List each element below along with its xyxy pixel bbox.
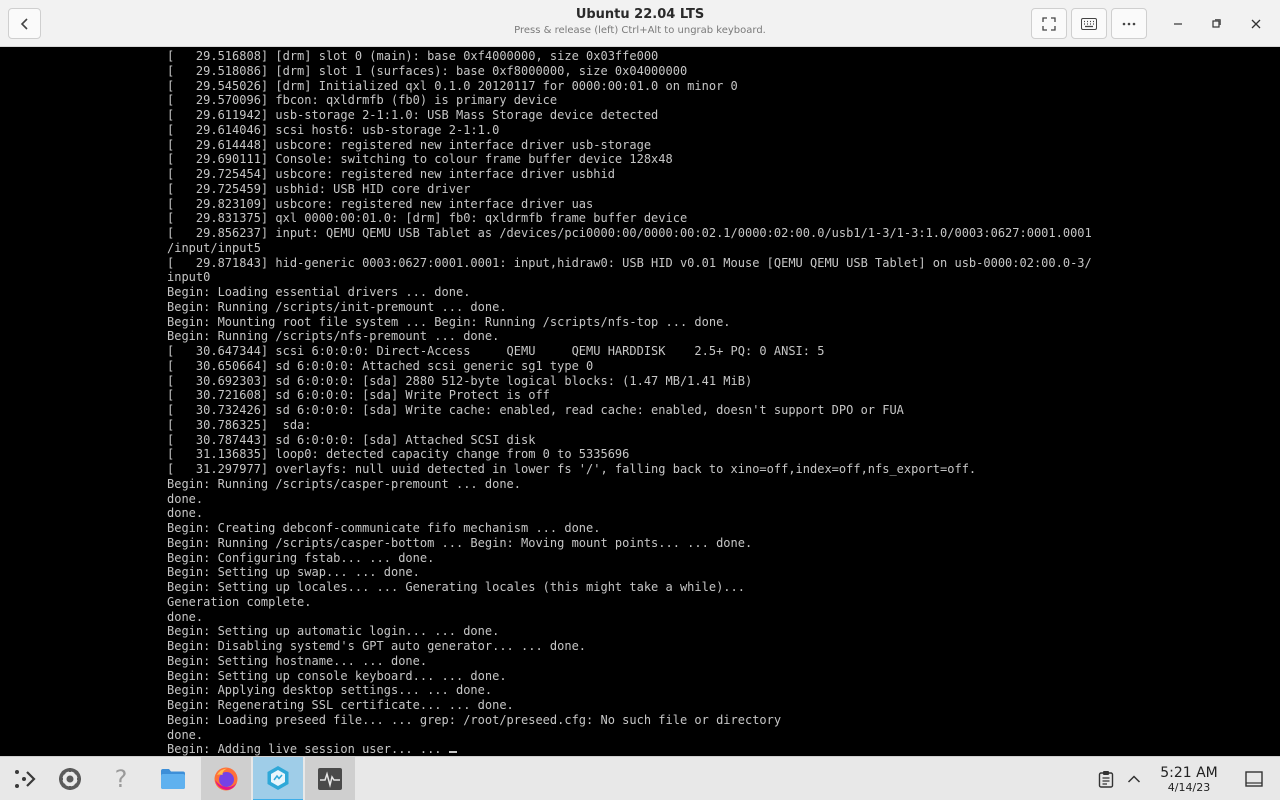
console-line: Begin: Setting hostname... ... done.: [167, 653, 428, 668]
console-line: [ 29.516808] [drm] slot 0 (main): base 0…: [167, 49, 659, 63]
console-line: Begin: Running /scripts/nfs-premount ...…: [167, 329, 500, 344]
console-line: [ 31.297977] overlayfs: null uuid detect…: [167, 462, 977, 476]
fullscreen-icon: [1042, 16, 1056, 31]
console-line: [ 29.725454] usbcore: registered new int…: [167, 167, 615, 181]
console-line: [ 29.611942] usb-storage 2-1:1.0: USB Ma…: [167, 108, 659, 122]
keyboard-button[interactable]: [1071, 8, 1107, 39]
window-title-area: Ubuntu 22.04 LTS Press & release (left) …: [400, 6, 880, 38]
console-line: Begin: Loading essential drivers ... don…: [167, 285, 471, 299]
console-line: [ 30.732426] sd 6:0:0:0: [sda] Write cac…: [167, 403, 904, 417]
console-output: [ 29.516808] [drm] slot 0 (main): base 0…: [167, 49, 1092, 756]
maximize-button[interactable]: [1206, 14, 1226, 34]
more-options-button[interactable]: [1111, 8, 1147, 39]
clock-time: 5:21 AM: [1160, 765, 1218, 781]
close-button[interactable]: [1246, 14, 1266, 34]
console-line: Begin: Disabling systemd's GPT auto gene…: [167, 639, 587, 653]
console-line: done.: [167, 609, 204, 624]
settings-icon: [59, 768, 81, 790]
console-line: [ 29.871843] hid-generic 0003:0627:0001.…: [167, 255, 1092, 270]
back-button[interactable]: [8, 8, 41, 39]
close-icon: [1251, 19, 1261, 29]
taskbar-virtual-machine-manager[interactable]: [253, 757, 303, 800]
console-line: Begin: Setting up automatic login... ...…: [167, 624, 500, 639]
chevron-up-icon: [1127, 775, 1141, 783]
taskbar-firefox[interactable]: [201, 757, 251, 800]
restore-icon: [1212, 19, 1221, 28]
more-icon: [1122, 22, 1136, 25]
console-line: [ 29.614448] usbcore: registered new int…: [167, 137, 652, 152]
console-line: Begin: Loading preseed file... ... grep:…: [167, 712, 782, 727]
console-line: [ 30.650664] sd 6:0:0:0: Attached scsi g…: [167, 358, 594, 373]
console-line: input0: [167, 270, 211, 285]
clock[interactable]: 5:21 AM 4/14/23: [1150, 765, 1228, 794]
console-line: Begin: Running /scripts/init-premount ..…: [167, 299, 507, 314]
tray-clipboard[interactable]: [1094, 767, 1118, 791]
console-line: [ 29.725459] usbhid: USB HID core driver: [167, 181, 471, 196]
console-line: [ 29.614046] scsi host6: usb-storage 2-1…: [167, 122, 500, 137]
keyboard-icon: [1081, 17, 1097, 30]
taskbar-file-manager[interactable]: [148, 757, 198, 800]
fullscreen-button[interactable]: [1031, 8, 1067, 39]
console-line: Begin: Setting up locales... ... Generat…: [167, 580, 745, 594]
console-line: Begin: Applying desktop settings... ... …: [167, 683, 493, 698]
console-line: Begin: Regenerating SSL certificate... .…: [167, 698, 514, 712]
minimize-button[interactable]: [1168, 14, 1188, 34]
vm-console[interactable]: [ 29.516808] [drm] slot 0 (main): base 0…: [0, 47, 1280, 756]
help-icon: ?: [114, 765, 128, 793]
taskbar-system-monitor[interactable]: [305, 757, 355, 800]
console-line: [ 29.823109] usbcore: registered new int…: [167, 196, 594, 211]
console-line: [ 29.856237] input: QEMU QEMU USB Tablet…: [167, 226, 1092, 240]
console-line: [ 29.690111] Console: switching to colou…: [167, 152, 673, 167]
show-desktop-icon: [1245, 771, 1263, 787]
folder-icon: [161, 769, 185, 789]
console-line: Begin: Creating debconf-communicate fifo…: [167, 521, 601, 535]
minimize-icon: [1174, 23, 1182, 25]
console-line: /input/input5: [167, 240, 261, 255]
console-line: Begin: Adding live session user... ...: [167, 742, 1092, 756]
console-line: Begin: Running /scripts/casper-premount …: [167, 476, 522, 491]
console-line: Begin: Configuring fstab... ... done.: [167, 550, 435, 565]
window-title: Ubuntu 22.04 LTS: [575, 7, 705, 22]
clock-date: 4/14/23: [1167, 781, 1211, 794]
console-line: Begin: Mounting root file system ... Beg…: [167, 314, 731, 329]
firefox-icon: [214, 767, 238, 791]
application-launcher-button[interactable]: [0, 757, 50, 800]
window-titlebar: Ubuntu 22.04 LTS Press & release (left) …: [0, 0, 1280, 47]
console-line: [ 30.647344] scsi 6:0:0:0: Direct-Access…: [167, 344, 825, 358]
console-line: [ 30.786325] sda:: [167, 417, 312, 432]
taskbar-help[interactable]: ?: [96, 757, 146, 800]
console-line: done.: [167, 506, 204, 521]
taskbar: ? 5:21 AM 4/14/23: [0, 756, 1280, 800]
console-line: [ 29.570096] fbcon: qxldrmfb (fb0) is pr…: [167, 93, 558, 108]
console-line: [ 29.831375] qxl 0000:00:01.0: [drm] fb0…: [167, 211, 688, 226]
console-line: Begin: Setting up swap... ... done.: [167, 565, 420, 580]
console-line: done.: [167, 727, 204, 742]
system-monitor-icon: [318, 768, 342, 790]
console-line: [ 30.721608] sd 6:0:0:0: [sda] Write Pro…: [167, 388, 550, 403]
clipboard-icon: [1098, 771, 1114, 788]
taskbar-system-settings[interactable]: [45, 757, 95, 800]
chevron-left-icon: [20, 17, 28, 30]
console-line: Generation complete.: [167, 594, 312, 609]
console-line: Begin: Setting up console keyboard... ..…: [167, 668, 507, 683]
console-line: [ 31.136835] loop0: detected capacity ch…: [167, 447, 630, 462]
console-line: [ 30.787443] sd 6:0:0:0: [sda] Attached …: [167, 432, 536, 447]
console-line: [ 30.692303] sd 6:0:0:0: [sda] 2880 512-…: [167, 373, 753, 388]
console-line: Begin: Running /scripts/casper-bottom ..…: [167, 535, 753, 550]
window-subtitle: Press & release (left) Ctrl+Alt to ungra…: [514, 25, 766, 36]
console-cursor: [448, 751, 457, 754]
console-line: [ 29.545026] [drm] Initialized qxl 0.1.0…: [167, 78, 738, 93]
vm-manager-icon: [267, 766, 289, 790]
application-launcher-icon: [15, 770, 36, 788]
tray-expand-button[interactable]: [1122, 767, 1146, 791]
console-line: done.: [167, 491, 204, 506]
console-line: [ 29.518086] [drm] slot 1 (surfaces): ba…: [167, 63, 688, 78]
show-desktop-button[interactable]: [1242, 767, 1266, 791]
